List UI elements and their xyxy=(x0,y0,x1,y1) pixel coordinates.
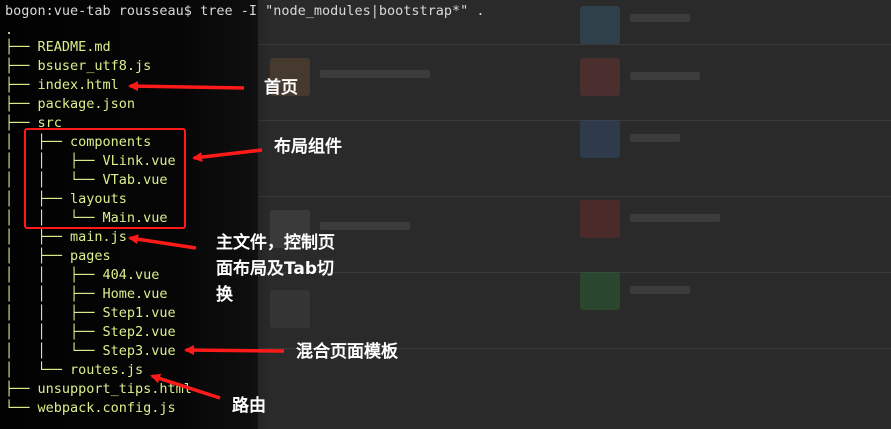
tree-line: ├── package.json xyxy=(5,96,136,112)
tree-line: │ │ ├── Step1.vue xyxy=(5,305,176,321)
label-main-file: 主文件，控制页 面布局及Tab切 换 xyxy=(216,233,335,305)
background-text xyxy=(320,222,410,230)
background-text xyxy=(630,286,690,294)
label-routes: 路由 xyxy=(232,396,266,416)
tree-line: ├── index.html xyxy=(5,77,119,93)
screenshot-canvas: bogon:vue-tab rousseau$ tree -I "node_mo… xyxy=(0,0,891,429)
background-text xyxy=(320,70,430,78)
background-text xyxy=(630,134,680,142)
label-home: 首页 xyxy=(264,78,298,98)
tree-line: └── webpack.config.js xyxy=(5,400,176,416)
tree-line: │ │ ├── 404.vue xyxy=(5,267,160,283)
components-highlight-box xyxy=(24,128,186,229)
tree-line: │ │ └── Step3.vue xyxy=(5,343,176,359)
tree-line: │ ├── main.js xyxy=(5,229,127,245)
background-text xyxy=(630,14,690,22)
background-text xyxy=(630,72,700,80)
tree-line: │ └── routes.js xyxy=(5,362,144,378)
tree-line: ├── README.md xyxy=(5,39,111,55)
background-thumbnail xyxy=(580,272,620,310)
terminal-prompt: bogon:vue-tab rousseau$ tree -I "node_mo… xyxy=(5,3,485,19)
tree-line: ├── bsuser_utf8.js xyxy=(5,58,152,74)
background-divider xyxy=(258,44,891,45)
background-thumbnail xyxy=(580,200,620,238)
background-thumbnail xyxy=(580,120,620,158)
label-mixed-templates: 混合页面模板 xyxy=(296,342,398,362)
background-thumbnail xyxy=(580,6,620,44)
background-thumbnail xyxy=(580,58,620,96)
background-divider xyxy=(258,272,891,273)
label-layout-components: 布局组件 xyxy=(274,137,342,157)
tree-line: │ │ ├── Step2.vue xyxy=(5,324,176,340)
terminal-transparency-shade xyxy=(190,0,270,429)
tree-line: ├── unsupport_tips.html xyxy=(5,381,192,397)
background-text xyxy=(630,214,720,222)
background-divider xyxy=(258,120,891,121)
tree-line: │ ├── pages xyxy=(5,248,111,264)
background-divider xyxy=(258,196,891,197)
tree-line: │ │ ├── Home.vue xyxy=(5,286,168,302)
